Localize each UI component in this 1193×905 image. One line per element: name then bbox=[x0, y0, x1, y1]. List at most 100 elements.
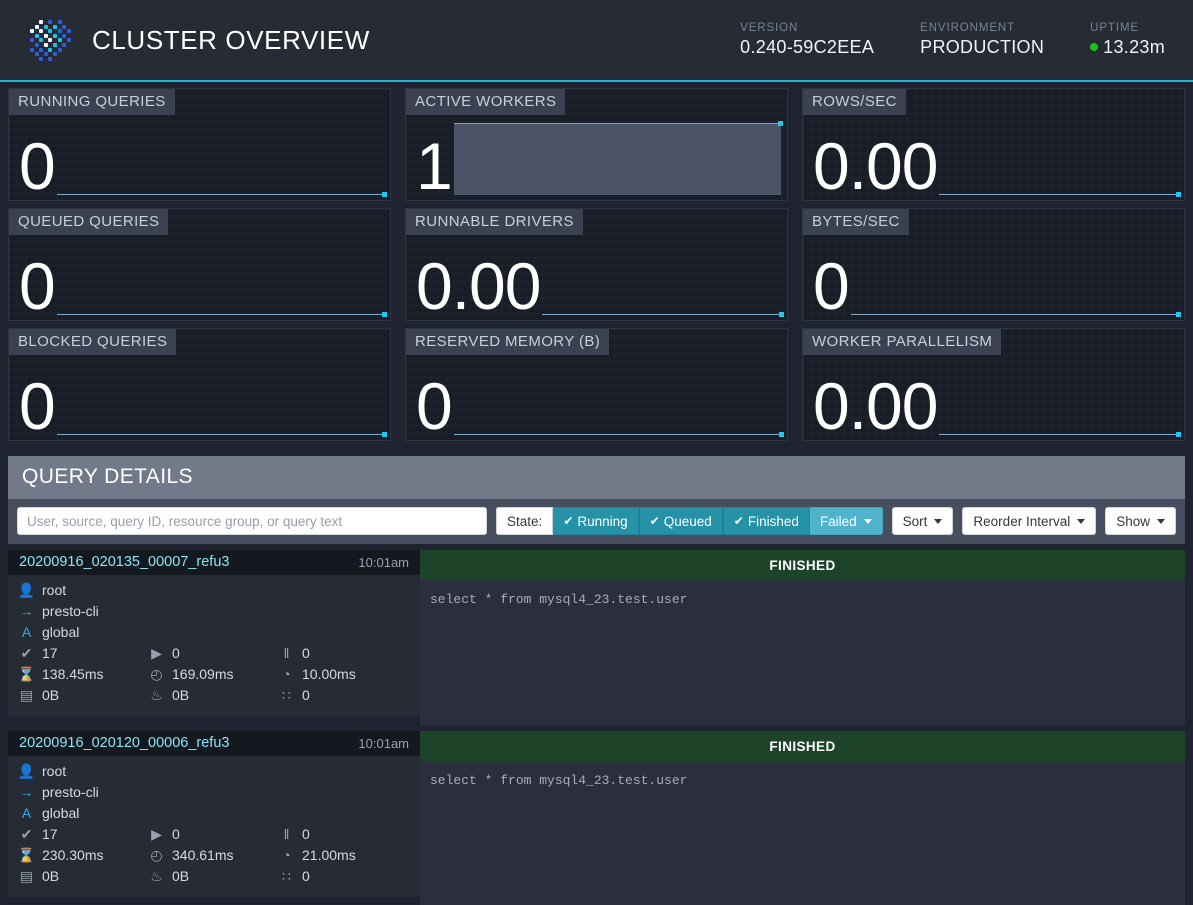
play-icon: ▶ bbox=[151, 826, 162, 842]
spark-label-worker-parallelism: WORKER PARALLELISM bbox=[803, 329, 1002, 355]
query-times-row: ⌛ 230.30ms ◴ 340.61ms ◔ 21.00ms bbox=[17, 847, 409, 863]
total-cpu-time: ◴ 340.61ms bbox=[149, 847, 279, 863]
query-list-item: 20200916_020120_00006_refu3 10:01am 👤 root →… bbox=[8, 731, 1185, 905]
pause-icon: ‖ bbox=[283, 645, 290, 661]
resource-group-icon: A bbox=[21, 624, 32, 640]
state-filter-label: State: bbox=[496, 507, 554, 535]
spark-panel-worker-parallelism: WORKER PARALLELISM 0.00 bbox=[802, 328, 1185, 441]
query-source-row: → presto-cli bbox=[19, 603, 409, 619]
spark-body-blocked-queries: 0 bbox=[9, 357, 390, 440]
query-id-link[interactable]: 20200916_020135_00007_refu3 bbox=[19, 554, 229, 570]
fire-icon: ♨ bbox=[150, 687, 163, 703]
query-timestamp: 10:01am bbox=[358, 554, 409, 570]
sparkline-endpoint bbox=[1176, 432, 1181, 437]
query-info-pane: 20200916_020120_00006_refu3 10:01am 👤 root →… bbox=[8, 731, 420, 905]
query-id-link[interactable]: 20200916_020120_00006_refu3 bbox=[19, 735, 229, 751]
spark-label-bytes-sec: BYTES/SEC bbox=[803, 209, 909, 235]
stat-version-label: VERSION bbox=[740, 22, 799, 34]
stat-uptime: UPTIME 13.23m bbox=[1090, 22, 1165, 58]
state-filter-finished-button[interactable]: ✔ Finished bbox=[722, 507, 810, 535]
total-cpu-time-value: 169.09ms bbox=[172, 666, 234, 682]
sparkline-chart-bytes-sec bbox=[849, 237, 1184, 320]
query-resource-group-row: Aglobal bbox=[19, 624, 409, 640]
completed-splits: ✔ 17 bbox=[19, 645, 149, 661]
stat-environment: ENVIRONMENT PRODUCTION bbox=[920, 22, 1044, 58]
spark-body-queued-queries: 0 bbox=[9, 237, 390, 320]
sparkline-path bbox=[850, 314, 1178, 315]
query-stats: 👤 root → presto-cli Aglobal ✔ 17 ▶ 0 ‖ 0 ⌛ 138.45ms ◴… bbox=[8, 575, 420, 716]
sparkline-column-1: ACTIVE WORKERS 1 RUNNABLE DRIVERS 0.00 RESER… bbox=[405, 88, 788, 448]
query-splits-row: ✔ 17 ▶ 0 ‖ 0 bbox=[19, 645, 409, 661]
sparkline-path bbox=[939, 434, 1178, 435]
queued-splits: ‖ 0 bbox=[279, 645, 409, 661]
query-sql-text: select * from mysql4_23.test.user bbox=[430, 592, 688, 607]
query-list-item: 20200916_020135_00007_refu3 10:01am 👤 root →… bbox=[8, 550, 1185, 725]
chevron-down-icon bbox=[934, 518, 943, 524]
query-sql-text: select * from mysql4_23.test.user bbox=[430, 773, 688, 788]
peak-memory: ♨ 0B bbox=[149, 868, 279, 884]
peak-memory-value: 0B bbox=[172, 868, 190, 884]
sort-menu-button[interactable]: Sort bbox=[891, 507, 954, 535]
spark-body-active-workers: 1 bbox=[406, 117, 787, 200]
cumulative-memory: ∷ 0 bbox=[279, 687, 409, 703]
current-memory-value: 0B bbox=[42, 868, 60, 884]
state-filter-queued-label: Queued bbox=[663, 513, 712, 529]
stat-uptime-value: 13.23m bbox=[1103, 37, 1165, 57]
spark-body-worker-parallelism: 0.00 bbox=[803, 357, 1184, 440]
sort-menu-label: Sort bbox=[902, 513, 928, 529]
query-splits-row: ✔ 17 ▶ 0 ‖ 0 bbox=[19, 826, 409, 842]
stat-environment-value: PRODUCTION bbox=[920, 37, 1045, 57]
fire-icon: ♨ bbox=[150, 868, 163, 884]
user-icon: 👤 bbox=[17, 763, 36, 779]
sparkline-chart-running-queries bbox=[55, 117, 390, 200]
query-source-row: → presto-cli bbox=[19, 784, 409, 800]
hourglass-icon: ⌛ bbox=[17, 666, 36, 682]
tasks-icon: ∷ bbox=[282, 687, 291, 703]
brand[interactable]: CLUSTER OVERVIEW bbox=[16, 18, 370, 62]
spark-label-queued-queries: QUEUED QUERIES bbox=[9, 209, 169, 235]
search-input[interactable] bbox=[17, 507, 488, 535]
sparkline-path bbox=[453, 434, 781, 435]
query-status-bar: FINISHED bbox=[420, 731, 1185, 761]
spark-body-running-queries: 0 bbox=[9, 117, 390, 200]
gauge-icon: ◔ bbox=[282, 847, 291, 863]
sparkline-chart-blocked-queries bbox=[55, 357, 390, 440]
state-filter-failed-button[interactable]: Failed bbox=[809, 507, 883, 535]
total-cpu-time: ◴ 169.09ms bbox=[149, 666, 279, 682]
state-filter-queued-button[interactable]: ✔ Queued bbox=[638, 507, 723, 535]
query-source: presto-cli bbox=[42, 784, 99, 800]
query-user-row: 👤 root bbox=[17, 763, 409, 779]
query-user: root bbox=[42, 763, 67, 779]
check-icon: ✔ bbox=[649, 514, 660, 528]
reorder-interval-menu-button[interactable]: Reorder Interval bbox=[962, 507, 1097, 535]
sparkline-chart-reserved-memory-b bbox=[452, 357, 787, 440]
stat-environment-label: ENVIRONMENT bbox=[920, 22, 1016, 34]
sparkline-path bbox=[542, 314, 781, 315]
query-sql-pane: FINISHED select * from mysql4_23.test.use… bbox=[420, 731, 1185, 905]
check-icon: ✔ bbox=[563, 514, 574, 528]
wall-time: ⌛ 138.45ms bbox=[17, 666, 149, 682]
query-resource-group: global bbox=[42, 805, 80, 821]
state-filter-running-button[interactable]: ✔ Running bbox=[553, 507, 639, 535]
query-list: 20200916_020135_00007_refu3 10:01am 👤 root →… bbox=[8, 550, 1185, 905]
pause-icon: ‖ bbox=[283, 826, 290, 842]
play-icon: ▶ bbox=[151, 645, 162, 661]
spark-panel-runnable-drivers: RUNNABLE DRIVERS 0.00 bbox=[405, 208, 788, 321]
presto-logo-icon bbox=[30, 18, 74, 62]
hourglass-icon: ⌛ bbox=[17, 847, 36, 863]
sparkline-path bbox=[56, 434, 384, 435]
spark-value-queued-queries: 0 bbox=[19, 249, 56, 321]
running-splits-value: 0 bbox=[172, 645, 180, 661]
sparkline-endpoint bbox=[382, 192, 387, 197]
stat-uptime-label: UPTIME bbox=[1090, 22, 1140, 34]
query-user-row: 👤 root bbox=[18, 582, 409, 598]
sparkline-column-0: RUNNING QUERIES 0 QUEUED QUERIES 0 BLOCKED Q… bbox=[8, 88, 391, 448]
chevron-down-icon bbox=[863, 518, 872, 524]
check-icon: ✔ bbox=[733, 514, 744, 528]
stat-version: VERSION 0.240-59C2EEA bbox=[740, 22, 874, 58]
chevron-down-icon bbox=[1157, 518, 1165, 524]
show-menu-button[interactable]: Show bbox=[1105, 507, 1176, 535]
state-filter-group[interactable]: State: ✔ Running ✔ Queued ✔ Finished Failed bbox=[496, 507, 883, 535]
spark-panel-active-workers: ACTIVE WORKERS 1 bbox=[405, 88, 788, 201]
running-splits: ▶ 0 bbox=[149, 826, 279, 842]
